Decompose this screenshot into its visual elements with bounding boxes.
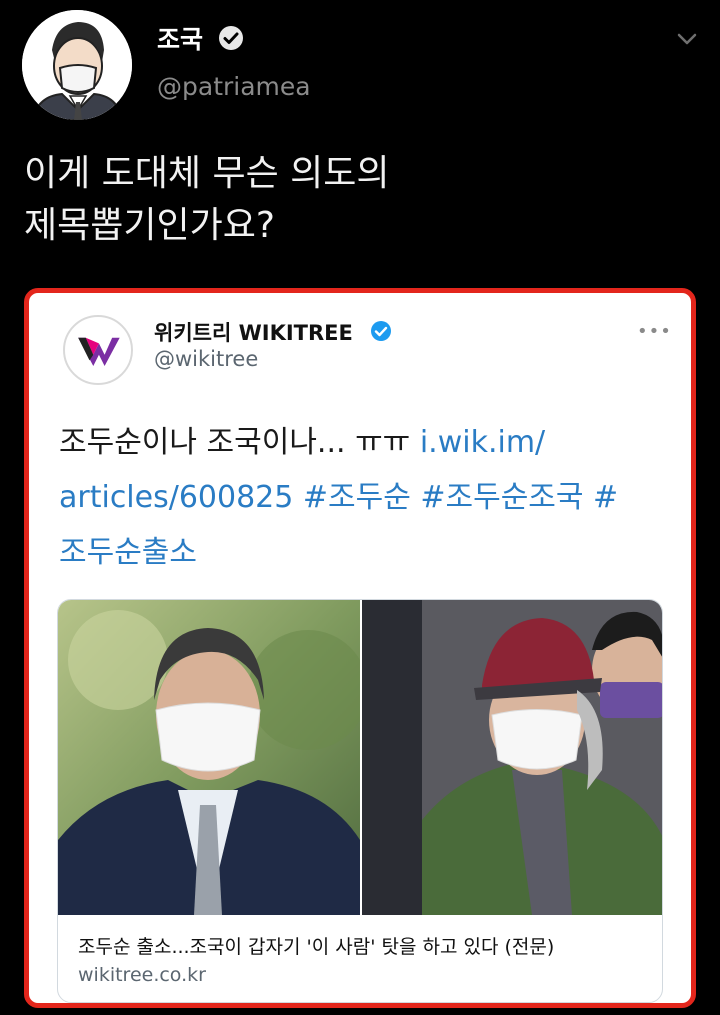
wikitree-logo — [63, 315, 133, 385]
quoted-tweet-text: 조두순이나 조국이나... ㅠㅠ i.wik.im/ articles/6008… — [59, 415, 659, 580]
link-preview-photo-left — [58, 600, 360, 915]
link-preview-title: 조두순 출소...조국이 갑자기 '이 사람' 탓을 하고 있다 (전문) — [78, 936, 555, 958]
author-handle[interactable]: @patriamea — [157, 72, 311, 101]
chevron-down-icon[interactable] — [674, 26, 700, 52]
tweet-text: 이게 도대체 무슨 의도의 제목뽑기인가요? — [24, 148, 684, 252]
tweet: 조국 @patriamea 이게 도대체 무슨 의도의 제목뽑기인가요? 위키트… — [0, 0, 720, 1015]
more-dots-icon: ••• — [637, 321, 672, 342]
quoted-tweet-image[interactable]: 위키트리 WIKITREE @wikitree ••• 조두순이나 조국이나..… — [24, 288, 696, 1008]
verified-badge-icon — [219, 26, 243, 50]
tweet-text-line-1: 이게 도대체 무슨 의도의 — [24, 153, 390, 194]
quoted-author-handle: @wikitree — [154, 347, 259, 371]
author-name[interactable]: 조국 — [157, 20, 203, 56]
quoted-text-plain: 조두순이나 조국이나... ㅠㅠ — [59, 425, 420, 460]
quoted-author-name: 위키트리 WIKITREE — [154, 321, 353, 345]
quoted-link-2: articles/600825 #조두순 #조두순조국 # — [59, 480, 619, 515]
quoted-link-3: 조두순출소 — [59, 535, 197, 570]
link-preview-domain: wikitree.co.kr — [78, 964, 206, 986]
quoted-link-1: i.wik.im/ — [419, 425, 546, 460]
author-avatar[interactable] — [22, 10, 132, 120]
tweet-text-line-2: 제목뽑기인가요? — [24, 205, 275, 246]
link-preview-photo-right — [362, 600, 662, 915]
verified-badge-icon — [371, 321, 391, 341]
link-preview-card: 조두순 출소...조국이 갑자기 '이 사람' 탓을 하고 있다 (전문) wi… — [57, 599, 663, 1003]
